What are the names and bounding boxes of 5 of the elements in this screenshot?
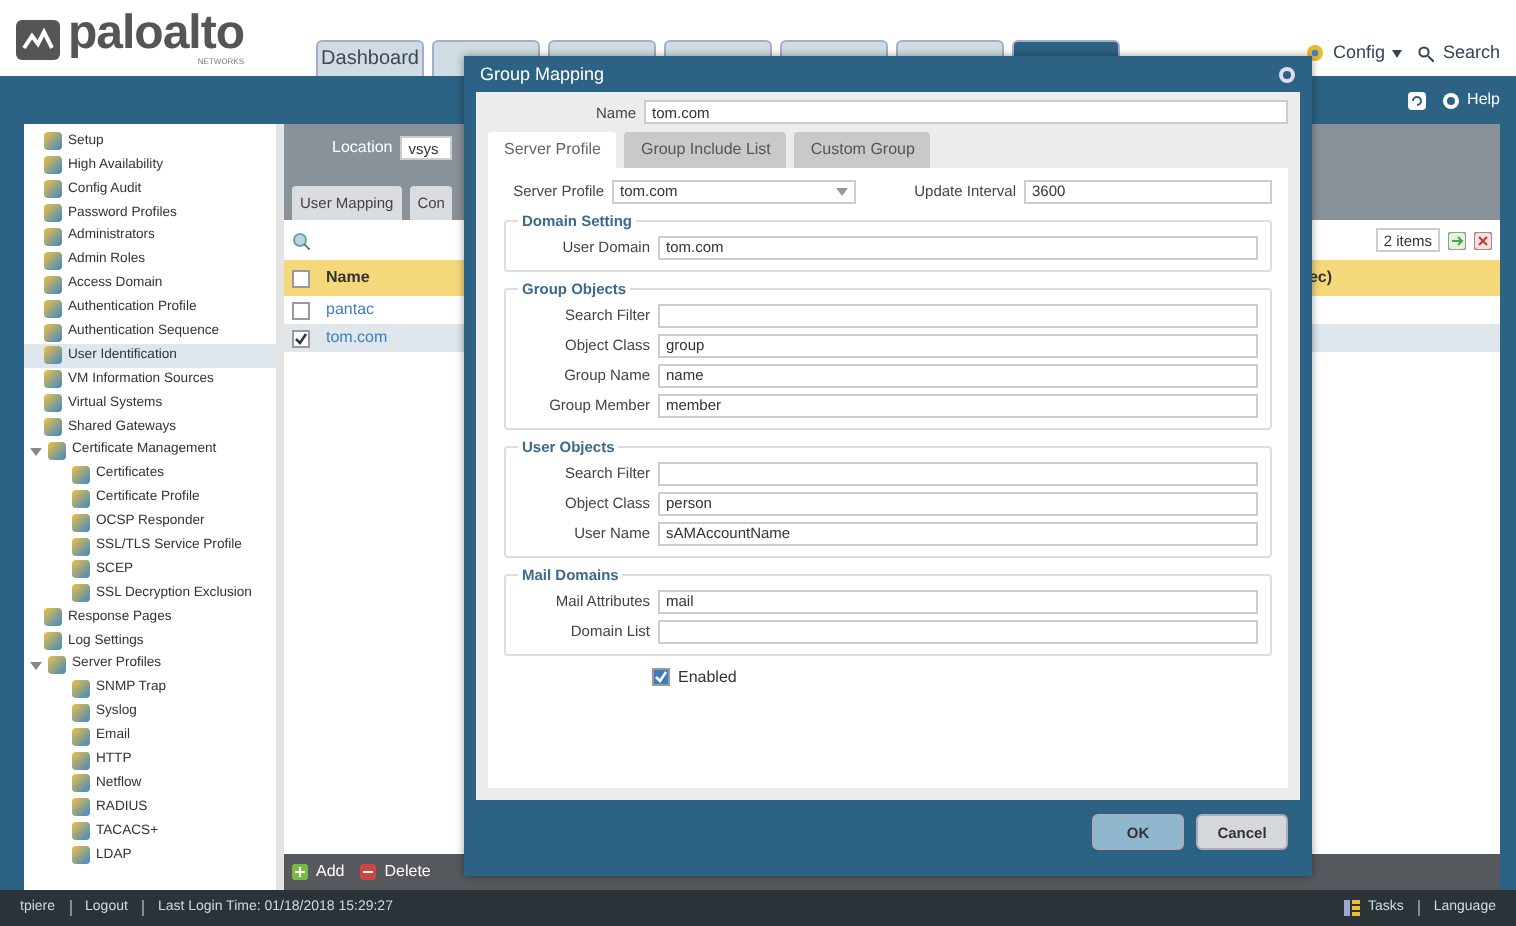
checkbox-label: Enabled [678,667,737,687]
location-label: Location [332,138,393,158]
logo-text: paloalto [68,10,245,59]
column-header: Name [326,268,370,288]
dialog-title: Group Mapping [480,63,605,85]
